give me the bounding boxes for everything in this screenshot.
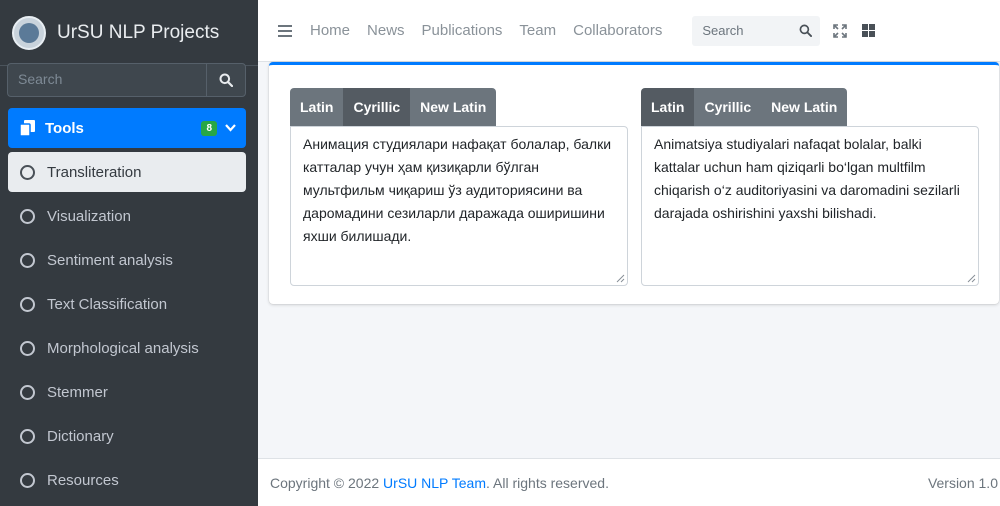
target-tab-new-latin[interactable]: New Latin	[761, 88, 848, 126]
circle-icon	[20, 472, 35, 488]
search-icon	[219, 73, 233, 87]
team-link[interactable]: UrSU NLP Team	[383, 475, 486, 491]
sidebar-item-transliteration[interactable]: Transliteration	[8, 152, 246, 192]
brand-link[interactable]: UrSU NLP Projects	[0, 0, 258, 66]
circle-icon	[20, 428, 35, 444]
source-tab-new-latin[interactable]: New Latin	[410, 88, 497, 126]
sidebar-item-label: Resources	[47, 471, 119, 489]
sidebar-item-label: Text Classification	[47, 295, 168, 313]
tools-count-badge: 8	[201, 120, 217, 136]
sidebar-search-button[interactable]	[206, 63, 246, 97]
footer: Copyright © 2022 UrSU NLP Team. All righ…	[258, 458, 1000, 506]
sidebar-item-visualization[interactable]: Visualization	[8, 196, 246, 236]
nav-link-team[interactable]: Team	[519, 22, 556, 39]
sidebar-nav: Tools 8 Transliteration Visualization Se…	[8, 108, 246, 500]
target-text: Animatsiya studiyalari nafaqat bolalar, …	[654, 136, 960, 221]
copyright-suffix: . All rights reserved.	[486, 474, 609, 491]
navbar-search-placeholder: Search	[702, 23, 744, 38]
chevron-down-icon	[225, 124, 236, 132]
target-tab-cyrillic[interactable]: Cyrillic	[694, 88, 762, 126]
circle-icon	[20, 384, 35, 400]
grid-icon[interactable]	[860, 23, 876, 39]
circle-icon	[20, 164, 35, 180]
nav-link-collaborators[interactable]: Collaborators	[573, 22, 662, 39]
brand-logo	[12, 15, 46, 50]
source-tab-cyrillic[interactable]: Cyrillic	[343, 88, 411, 126]
circle-icon	[20, 252, 35, 268]
sidebar-item-tools[interactable]: Tools 8	[8, 108, 246, 148]
sidebar-item-label: Stemmer	[47, 383, 108, 401]
resize-handle-icon[interactable]	[967, 274, 976, 283]
source-tabs: Latin Cyrillic New Latin	[290, 88, 628, 126]
fullscreen-icon[interactable]	[832, 23, 848, 39]
search-icon[interactable]	[799, 24, 813, 37]
sidebar-item-stemmer[interactable]: Stemmer	[8, 372, 246, 412]
sidebar-item-morphological-analysis[interactable]: Morphological analysis	[8, 328, 246, 368]
sidebar-item-sentiment-analysis[interactable]: Sentiment analysis	[8, 240, 246, 280]
sidebar-item-label: Morphological analysis	[47, 339, 199, 357]
sidebar-search-input[interactable]: Search	[7, 63, 206, 97]
circle-icon	[20, 208, 35, 224]
sidebar-item-label: Transliteration	[47, 163, 142, 181]
source-pane: Latin Cyrillic New Latin Анимация студия…	[290, 88, 628, 286]
version-label: Version 1.0	[927, 474, 998, 491]
nav-link-home[interactable]: Home	[310, 22, 350, 39]
source-tab-latin[interactable]: Latin	[290, 88, 344, 126]
brand-title: UrSU NLP Projects	[57, 21, 220, 43]
copy-icon	[20, 120, 35, 136]
nav-link-news[interactable]: News	[367, 22, 405, 39]
source-text: Анимация студиялари нафақат болалар, бал…	[303, 136, 612, 244]
sidebar-item-resources[interactable]: Resources	[8, 460, 246, 500]
copyright-prefix: Copyright © 2022	[270, 474, 384, 491]
sidebar-item-text-classification[interactable]: Text Classification	[8, 284, 246, 324]
circle-icon	[20, 340, 35, 356]
top-navbar: Home News Publications Team Collaborator…	[258, 0, 1000, 62]
menu-toggle-icon[interactable]	[278, 24, 292, 37]
sidebar-item-dictionary[interactable]: Dictionary	[8, 416, 246, 456]
sidebar-item-label: Visualization	[47, 207, 131, 225]
target-textarea[interactable]: Animatsiya studiyalari nafaqat bolalar, …	[641, 126, 979, 286]
sidebar: UrSU NLP Projects Search Tools 8 Transli…	[0, 0, 258, 506]
target-tab-latin[interactable]: Latin	[641, 88, 695, 126]
target-pane: Latin Cyrillic New Latin Animatsiya stud…	[641, 88, 979, 286]
transliteration-card: Latin Cyrillic New Latin Анимация студия…	[269, 62, 999, 304]
resize-handle-icon[interactable]	[616, 274, 625, 283]
nav-link-publications[interactable]: Publications	[422, 22, 503, 39]
sidebar-item-label: Sentiment analysis	[47, 251, 173, 269]
target-tabs: Latin Cyrillic New Latin	[641, 88, 979, 126]
sidebar-item-label: Dictionary	[47, 427, 114, 445]
circle-icon	[20, 296, 35, 312]
navbar-search-input[interactable]: Search	[692, 15, 821, 46]
source-textarea[interactable]: Анимация студиялари нафақат болалар, бал…	[290, 126, 628, 286]
sidebar-search: Search	[7, 63, 246, 97]
sidebar-item-label: Tools	[45, 119, 84, 137]
copyright: Copyright © 2022 UrSU NLP Team. All righ…	[270, 475, 609, 491]
